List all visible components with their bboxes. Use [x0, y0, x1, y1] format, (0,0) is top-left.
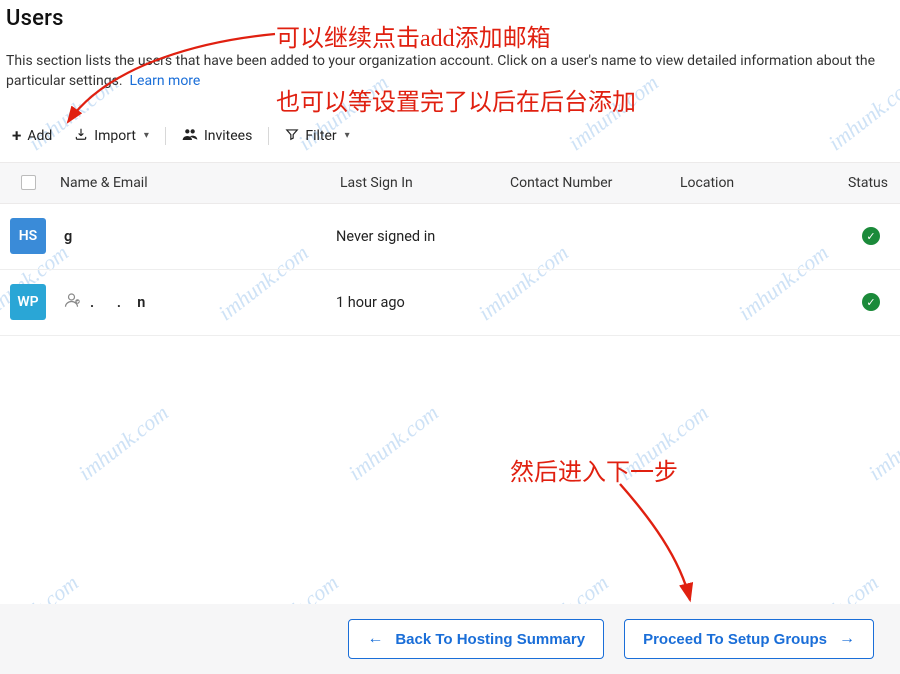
add-button[interactable]: + Add [6, 124, 58, 148]
annotation-text: 然后进入下一步 [510, 452, 678, 487]
select-all-checkbox[interactable] [21, 175, 36, 190]
toolbar: + Add Import ▾ Invitees [0, 94, 900, 162]
chevron-down-icon: ▾ [345, 130, 350, 141]
plus-icon: + [12, 126, 21, 146]
filter-icon [285, 127, 299, 145]
user-name-cell[interactable]: g [56, 228, 336, 245]
status-cell: ✓ [806, 227, 900, 246]
status-cell: ✓ [806, 293, 900, 312]
chevron-down-icon: ▾ [144, 130, 149, 141]
table-header-row: Name & Email Last Sign In Contact Number… [0, 162, 900, 204]
col-last-sign-in[interactable]: Last Sign In [336, 175, 506, 191]
page-description: This section lists the users that have b… [0, 33, 900, 94]
import-button[interactable]: Import ▾ [68, 125, 155, 147]
col-name-email[interactable]: Name & Email [56, 175, 336, 191]
user-name-cell[interactable]: . . n [56, 291, 336, 313]
avatar: WP [10, 284, 46, 320]
toolbar-separator [268, 127, 269, 145]
col-location[interactable]: Location [676, 175, 806, 191]
invitees-button[interactable]: Invitees [176, 125, 258, 147]
table-row[interactable]: WP . . n 1 hour ago ✓ [0, 270, 900, 336]
filter-button[interactable]: Filter ▾ [279, 125, 355, 147]
status-ok-icon: ✓ [862, 227, 880, 245]
status-ok-icon: ✓ [862, 293, 880, 311]
arrow-right-icon: → [839, 630, 855, 648]
last-sign-in-cell: 1 hour ago [336, 294, 506, 311]
toolbar-separator [165, 127, 166, 145]
footer-bar: ← Back To Hosting Summary Proceed To Set… [0, 604, 900, 674]
admin-icon [64, 291, 82, 313]
import-icon [74, 127, 88, 145]
table-row[interactable]: HS g Never signed in ✓ [0, 204, 900, 270]
annotation-arrow [560, 478, 740, 618]
last-sign-in-cell: Never signed in [336, 228, 506, 245]
arrow-left-icon: ← [367, 630, 383, 648]
people-icon [182, 127, 198, 145]
learn-more-link[interactable]: Learn more [130, 73, 201, 89]
proceed-button[interactable]: Proceed To Setup Groups → [624, 619, 874, 659]
page-title: Users [0, 0, 900, 33]
avatar: HS [10, 218, 46, 254]
back-button[interactable]: ← Back To Hosting Summary [348, 619, 604, 659]
col-contact-number[interactable]: Contact Number [506, 175, 676, 191]
col-status[interactable]: Status [806, 175, 900, 191]
